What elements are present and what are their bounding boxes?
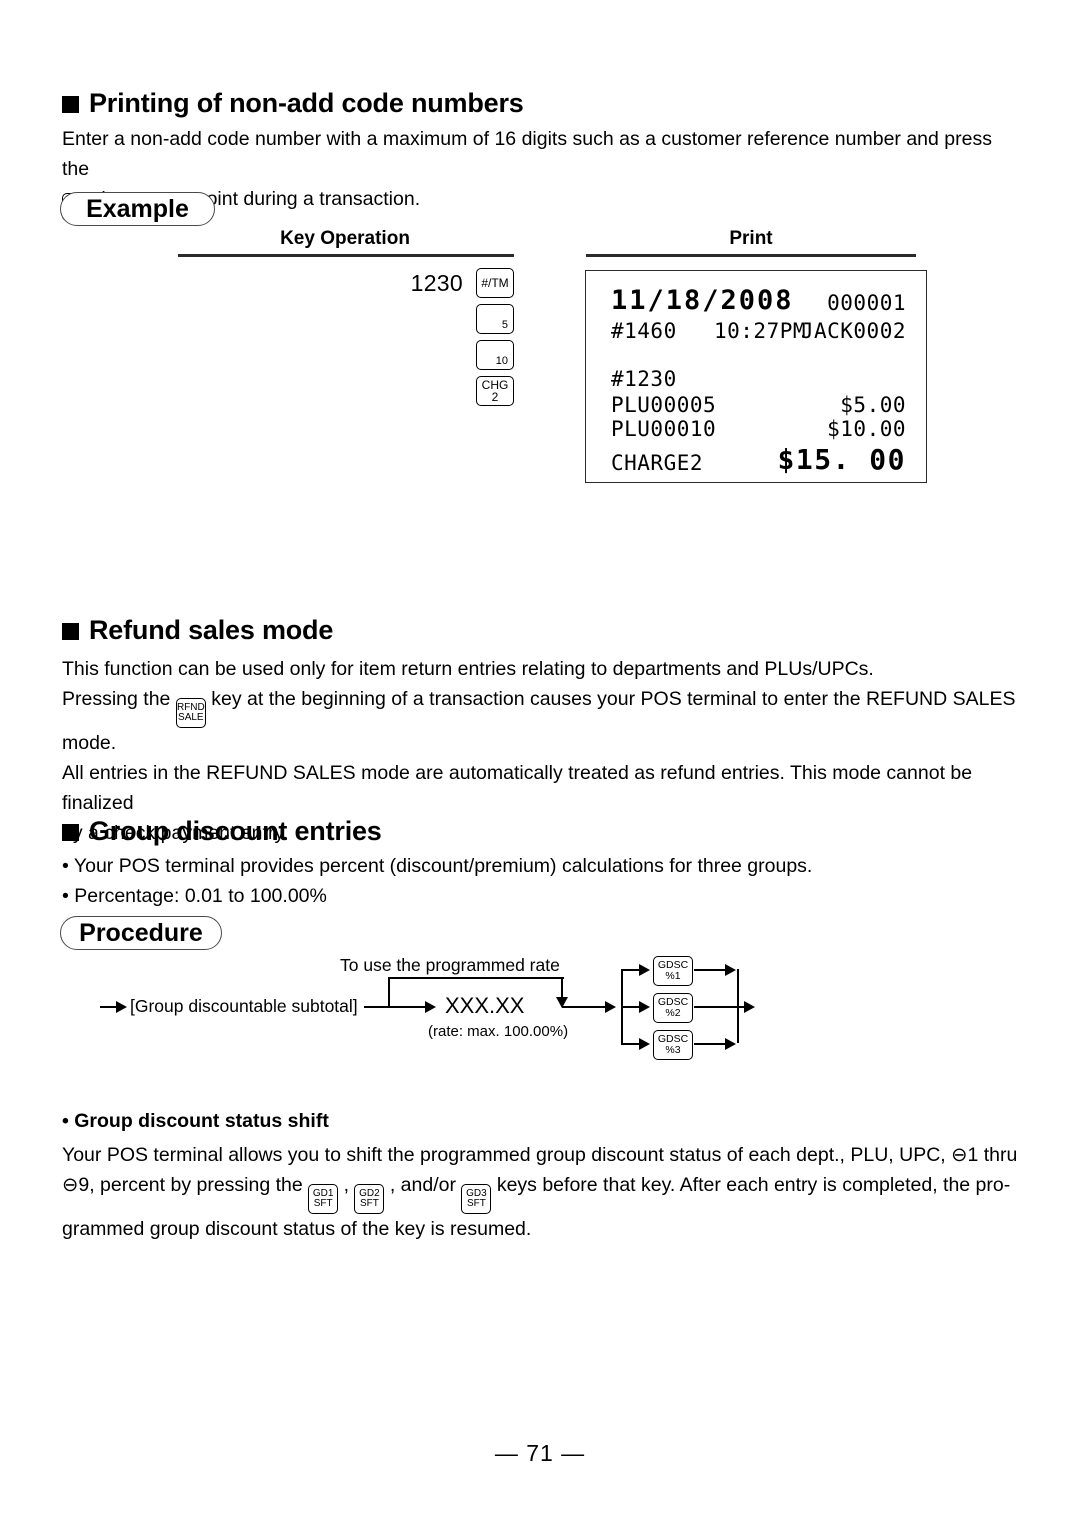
heading-printing-of-non-add-code-numbers: Printing of non-add code numbers — [62, 88, 524, 119]
shift-line-2b: keys before that key. After each entry i… — [496, 1174, 1011, 1196]
paragraph-group-discount: • Your POS terminal provides percent (di… — [62, 851, 1022, 911]
key-gdsc-percent-1-icon[interactable]: GDSC %1 — [653, 955, 693, 986]
flow-line-subtotal-to-rate — [364, 1006, 432, 1009]
heading-text: Refund sales mode — [89, 615, 334, 645]
arrowhead-icon — [116, 1001, 127, 1013]
key-charge-2-icon[interactable]: CHG 2 — [476, 376, 514, 406]
badge-procedure-label: Procedure — [79, 918, 203, 947]
badge-example: Example — [60, 192, 215, 226]
receipt-item-name: PLU00010 — [611, 417, 717, 441]
key-refund-sale-icon: RFND SALE — [175, 698, 206, 729]
entry-value-1230: 1230 — [410, 269, 463, 296]
heading-group-discount-entries: Group discount entries — [62, 816, 382, 847]
receipt-non-add-code: #1230 — [611, 367, 677, 391]
key-gdsc-percent-2-icon[interactable]: GDSC %2 — [653, 992, 693, 1023]
key-gd2-sft-icon: GD2 SFT — [354, 1184, 385, 1215]
arrowhead-icon — [725, 1038, 736, 1050]
refund-line-2b: key at the beginning of a transaction ca… — [211, 688, 1016, 710]
receipt-sample: 11/18/2008 000001 #1460 10:27PM JACK0002… — [585, 270, 927, 483]
column-header-print: Print — [729, 228, 773, 249]
key-gd1-sft-icon: GD1 SFT — [308, 1184, 339, 1215]
bypass-line-horizontal — [388, 977, 564, 980]
square-bullet-icon — [62, 96, 79, 113]
arrowhead-icon — [639, 964, 650, 976]
note-rate-max: (rate: max. 100.00%) — [428, 1023, 569, 1040]
rule-print — [586, 254, 916, 257]
circled-minus-icon: ⊖ — [951, 1144, 968, 1166]
label-group-discountable-subtotal: [Group discountable subtotal] — [130, 996, 358, 1016]
shift-line-2a: 9, percent by pressing the — [78, 1174, 303, 1196]
receipt-total-label: CHARGE2 — [611, 451, 704, 475]
refund-line-3: mode. — [62, 732, 117, 755]
heading-text: Printing of non-add code numbers — [89, 88, 524, 118]
circled-minus-icon: ⊖ — [62, 1174, 79, 1196]
key-operation-row: 5 — [476, 304, 514, 334]
merge-line-2 — [694, 1006, 750, 1009]
key-operation-row: CHG 2 — [476, 376, 514, 406]
receipt-register-number: #1460 — [611, 319, 677, 343]
group-discount-bullet-2: • Percentage: 0.01 to 100.00% — [62, 885, 327, 907]
heading-refund-sales-mode: Refund sales mode — [62, 615, 333, 646]
procedure-flow-diagram: [Group discountable subtotal] To use the… — [100, 955, 755, 1085]
key-plu-10-icon[interactable]: 10 — [476, 340, 514, 370]
key-operation-row: 10 — [476, 340, 514, 370]
shift-line-1a: Your POS terminal allows you to shift th… — [62, 1144, 946, 1166]
badge-example-label: Example — [86, 194, 189, 223]
arrowhead-icon — [725, 964, 736, 976]
merge-bus-vertical — [737, 969, 740, 1043]
label-to-use-programmed-rate: To use the programmed rate — [340, 955, 560, 975]
page-number: — 71 — — [494, 1440, 586, 1466]
heading-text: Group discount entries — [89, 816, 382, 846]
shift-line-3: grammed group discount status of the key… — [62, 1218, 532, 1241]
value-rate-placeholder: XXX.XX — [445, 993, 525, 1018]
refund-line-4: All entries in the REFUND SALES mode are… — [62, 762, 973, 815]
receipt-time: 10:27PM — [714, 319, 807, 343]
receipt-clerk: JACK0002 — [800, 319, 906, 343]
key-gdsc-percent-3-icon[interactable]: GDSC %3 — [653, 1029, 693, 1060]
refund-line-2a: Pressing the — [62, 688, 171, 710]
bypass-line-vertical-left — [388, 977, 391, 1007]
group-discount-bullet-1: • Your POS terminal provides percent (di… — [62, 855, 813, 877]
separator-and-or: , and/or — [389, 1174, 456, 1196]
arrowhead-icon — [744, 1001, 755, 1013]
receipt-item-amount: $10.00 — [827, 417, 906, 441]
rule-key-operation — [178, 254, 514, 257]
subheading-group-discount-status-shift: • Group discount status shift — [62, 1110, 329, 1132]
receipt-item-name: PLU00005 — [611, 393, 717, 417]
column-header-key-operation: Key Operation — [280, 228, 410, 249]
arrowhead-icon — [639, 1001, 650, 1013]
receipt-item-amount: $5.00 — [840, 393, 906, 417]
key-operation-row: 1230 #/TM — [411, 268, 514, 298]
key-operation-column: 1230 #/TM 5 10 CHG 2 — [400, 268, 514, 406]
separator-comma: , — [343, 1174, 349, 1196]
arrowhead-icon — [425, 1001, 436, 1013]
refund-line-1: This function can be used only for item … — [62, 658, 874, 680]
bypass-line-vertical-right — [561, 977, 564, 999]
square-bullet-icon — [62, 824, 79, 841]
receipt-total-amount: $15. 00 — [777, 443, 906, 476]
arrowhead-icon — [639, 1038, 650, 1050]
key-plu-5-icon[interactable]: 5 — [476, 304, 514, 334]
badge-procedure: Procedure — [60, 916, 222, 950]
arrowhead-icon — [605, 1001, 616, 1013]
manual-page: Printing of non-add code numbers Enter a… — [0, 0, 1080, 1526]
receipt-counter: 000001 — [827, 291, 906, 315]
paragraph-line-1: Enter a non-add code number with a maxim… — [62, 128, 992, 180]
receipt-date: 11/18/2008 — [611, 285, 794, 316]
paragraph-group-discount-status-shift: Your POS terminal allows you to shift th… — [62, 1140, 1022, 1244]
shift-line-1b: 1 thru — [967, 1144, 1018, 1166]
key-number-tm-icon[interactable]: #/TM — [476, 268, 514, 298]
square-bullet-icon — [62, 623, 79, 640]
key-gd3-sft-icon: GD3 SFT — [461, 1184, 492, 1215]
